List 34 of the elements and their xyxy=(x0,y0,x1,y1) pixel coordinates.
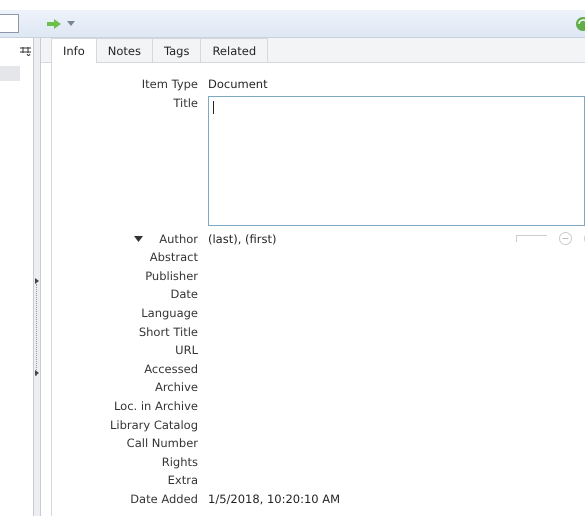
tab[interactable]: Info xyxy=(51,38,97,63)
field-label: Publisher xyxy=(144,268,198,285)
field-label: Library Catalog xyxy=(108,416,198,434)
field-label: Extra xyxy=(166,472,198,490)
field-label: Language xyxy=(140,304,198,322)
field-label: Short Title xyxy=(138,324,198,341)
field-label: URL xyxy=(174,342,198,360)
field-label: Abstract xyxy=(148,249,198,266)
expand-arrow-icon[interactable] xyxy=(35,370,39,376)
author-name-field[interactable]: (last), (first) xyxy=(208,230,276,248)
expand-arrow-icon[interactable] xyxy=(35,278,39,284)
search-field[interactable] xyxy=(0,14,19,33)
tab[interactable]: Related xyxy=(201,38,268,62)
item-type-value[interactable]: Document xyxy=(208,75,585,94)
creator-type-handle[interactable] xyxy=(516,235,547,242)
forward-arrow-icon[interactable] xyxy=(47,18,61,28)
field-value[interactable]: 1/5/2018, 10:20:10 AM xyxy=(208,490,585,508)
minus-icon[interactable] xyxy=(559,232,572,246)
dropdown-caret-icon[interactable] xyxy=(67,21,75,26)
field-label: Archive xyxy=(154,379,198,396)
field-label: Date xyxy=(170,286,198,304)
tab[interactable]: Tags xyxy=(152,38,202,62)
column-picker-icon[interactable] xyxy=(20,47,31,56)
field-label: Author xyxy=(159,230,198,248)
field-label: Date Added xyxy=(129,490,198,508)
field-label: Title xyxy=(172,94,198,112)
tab[interactable]: Notes xyxy=(96,38,153,62)
field-label: Call Number xyxy=(126,435,198,452)
title-input-field[interactable] xyxy=(208,96,585,226)
expand-arrow-icon[interactable] xyxy=(134,236,144,242)
field-label: Item Type xyxy=(140,76,198,93)
field-label: Rights xyxy=(160,454,198,471)
field-label: Accessed xyxy=(143,360,198,378)
field-label: Loc. in Archive xyxy=(112,398,198,415)
